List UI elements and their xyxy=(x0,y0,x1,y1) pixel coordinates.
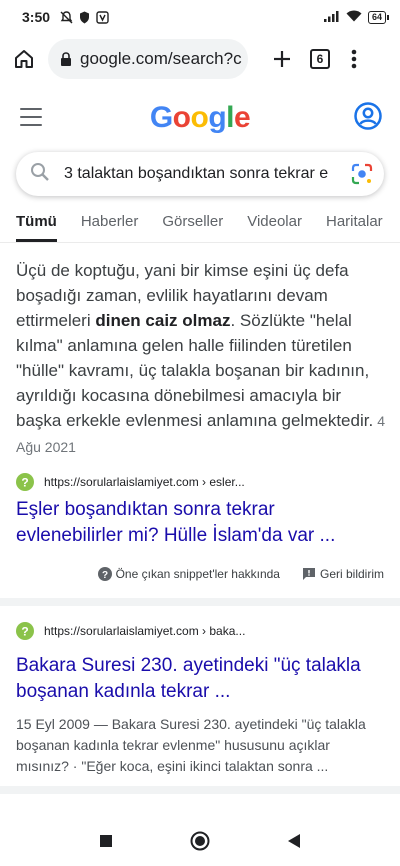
tab-news[interactable]: Haberler xyxy=(81,204,139,242)
vpn-key-icon xyxy=(96,10,109,24)
about-snippets-label: Öne çıkan snippet'ler hakkında xyxy=(115,567,280,581)
home-icon[interactable] xyxy=(8,43,40,75)
result-source[interactable]: ? https://sorularlaislamiyet.com › baka.… xyxy=(16,622,245,640)
address-bar[interactable]: google.com/search?c xyxy=(48,39,248,79)
google-logo[interactable]: Google xyxy=(149,101,251,135)
url-text: google.com/search?c xyxy=(80,49,242,68)
logo-letter: g xyxy=(208,101,227,134)
snippet-result-title[interactable]: Eşler boşandıktan sonra tekrar evlenebil… xyxy=(16,497,386,549)
tab-all[interactable]: Tümü xyxy=(16,204,57,242)
logo-letter: o xyxy=(172,101,191,134)
snippet-source[interactable]: ? https://sorularlaislamiyet.com › esler… xyxy=(16,473,245,491)
back-icon[interactable] xyxy=(287,833,301,854)
result-separator xyxy=(0,598,400,606)
result-title[interactable]: Bakara Suresi 230. ayetindeki "üç talakl… xyxy=(16,653,386,705)
feedback-label: Geri bildirim xyxy=(319,567,384,581)
tabs-divider xyxy=(0,242,400,243)
more-vert-icon[interactable] xyxy=(342,43,366,75)
search-tabs: Tümü Haberler Görseller Videolar Harital… xyxy=(0,204,400,242)
mute-bell-icon xyxy=(60,10,73,24)
account-icon[interactable] xyxy=(354,102,382,135)
status-time: 3:50 xyxy=(22,9,51,25)
svg-text:?: ? xyxy=(102,570,108,581)
snippet-source-url: https://sorularlaislamiyet.com › esler..… xyxy=(44,475,245,489)
feedback-link[interactable]: Geri bildirim xyxy=(302,567,384,581)
site-favicon-icon: ? xyxy=(16,622,34,640)
tab-videos[interactable]: Videolar xyxy=(247,204,302,242)
home-nav-icon[interactable] xyxy=(190,831,210,856)
svg-text:?: ? xyxy=(21,476,28,490)
feedback-icon xyxy=(302,568,315,580)
status-bar: 3:50 64 xyxy=(0,0,400,34)
new-tab-icon[interactable] xyxy=(266,43,298,75)
wifi-icon xyxy=(346,9,362,25)
snippet-footer: ? Öne çıkan snippet'ler hakkında Geri bi… xyxy=(0,564,400,584)
search-box[interactable]: 3 talaktan boşandıktan sonra tekrar e xyxy=(16,152,384,196)
about-snippets-link[interactable]: ? Öne çıkan snippet'ler hakkında xyxy=(97,567,280,581)
site-favicon-icon: ? xyxy=(16,473,34,491)
svg-text:?: ? xyxy=(21,625,28,639)
logo-letter: o xyxy=(190,101,209,134)
shield-icon xyxy=(79,11,90,24)
lens-icon[interactable] xyxy=(350,162,374,186)
tab-switcher-button[interactable]: 6 xyxy=(310,49,330,69)
logo-letter: e xyxy=(233,101,251,134)
google-header: Google xyxy=(0,92,400,144)
logo-letter: l xyxy=(226,101,234,134)
help-icon: ? xyxy=(97,567,112,581)
search-icon[interactable] xyxy=(30,162,50,187)
search-input[interactable]: 3 talaktan boşandıktan sonra tekrar e xyxy=(64,165,342,183)
browser-toolbar: google.com/search?c 6 xyxy=(0,34,400,84)
result-source-url: https://sorularlaislamiyet.com › baka... xyxy=(44,624,246,638)
result-separator xyxy=(0,786,400,794)
featured-snippet-text: Üçü de koptuğu, yani bir kimse eşini üç … xyxy=(16,258,386,460)
recents-icon[interactable] xyxy=(99,834,113,853)
result-description: 15 Eyl 2009 — Bakara Suresi 230. ayetind… xyxy=(16,716,366,774)
signal-icon xyxy=(323,9,340,25)
tab-images[interactable]: Görseller xyxy=(162,204,223,242)
system-nav-bar xyxy=(0,820,400,866)
battery-indicator: 64 xyxy=(367,10,390,24)
lock-icon[interactable] xyxy=(60,51,72,67)
menu-icon[interactable] xyxy=(20,108,42,126)
snippet-text-bold: dinen caiz olmaz xyxy=(95,311,231,330)
tab-maps[interactable]: Haritalar xyxy=(326,204,383,242)
logo-letter: G xyxy=(149,101,173,134)
